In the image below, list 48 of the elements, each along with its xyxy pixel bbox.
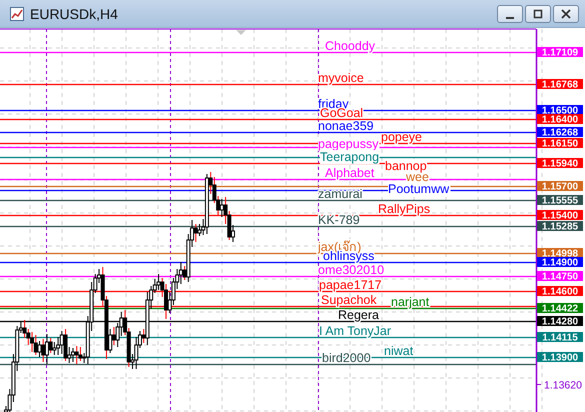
price-tag: 1.13900 [537, 352, 583, 364]
line-label: zamurai [318, 187, 362, 201]
shift-marker-icon[interactable] [236, 30, 246, 35]
line-label: I Am TonyJar [319, 324, 392, 338]
line-label: Regera [338, 308, 379, 322]
line-label: Alphabet [325, 166, 374, 180]
line-label: nonae359 [318, 119, 374, 133]
price-tag: 1.15940 [537, 158, 583, 170]
maximize-icon [533, 8, 543, 18]
price-tag: 1.14900 [537, 257, 583, 268]
price-tag: 1.15700 [537, 181, 583, 192]
line-label: Chooddy [325, 39, 376, 53]
line-label: myvoice [318, 71, 364, 85]
price-tag: 1.16500 [537, 105, 583, 116]
close-icon [561, 8, 571, 18]
line-label: papae1717 [319, 278, 382, 292]
line-label: Supachok [321, 293, 377, 307]
maximize-button[interactable] [525, 4, 551, 22]
line-label: Pootumww [388, 182, 450, 196]
line-label: bannop [385, 159, 427, 173]
price-tag: 1.14750 [537, 271, 583, 282]
price-tag: 1.14600 [537, 286, 583, 298]
price-tag: 1.14422 [537, 303, 583, 314]
line-label: KK-789 [318, 213, 360, 227]
price-tag: 1.15555 [537, 195, 583, 206]
window-title: EURUSDk,H4 [30, 6, 119, 22]
minimize-button[interactable] [497, 4, 523, 22]
price-tag: 1.14280 [537, 316, 583, 328]
price-tag: 1.16400 [537, 114, 583, 126]
price-tag: 1.14998 [537, 248, 583, 260]
chart-icon [10, 6, 24, 20]
price-tag: 1.16268 [537, 127, 583, 138]
minimize-icon [506, 16, 514, 18]
price-tag: 1.14115 [537, 332, 583, 344]
line-label: Teerapong [320, 150, 380, 164]
axis-label: 1.13620 [544, 380, 582, 392]
line-label: narjant [391, 295, 430, 309]
line-label: popeye [381, 130, 422, 144]
price-tag: 1.16768 [537, 79, 583, 90]
price-tag: 1.17109 [537, 47, 583, 58]
price-tag: 1.16150 [537, 138, 583, 150]
line-label: pagepussy [318, 137, 378, 151]
price-tag: 1.15400 [537, 210, 583, 222]
close-button[interactable] [553, 4, 579, 22]
line-label: niwat [384, 344, 414, 358]
line-label: ome302010 [318, 263, 384, 277]
line-label: RallyPips [378, 202, 430, 216]
price-tag: 1.15285 [537, 221, 583, 232]
